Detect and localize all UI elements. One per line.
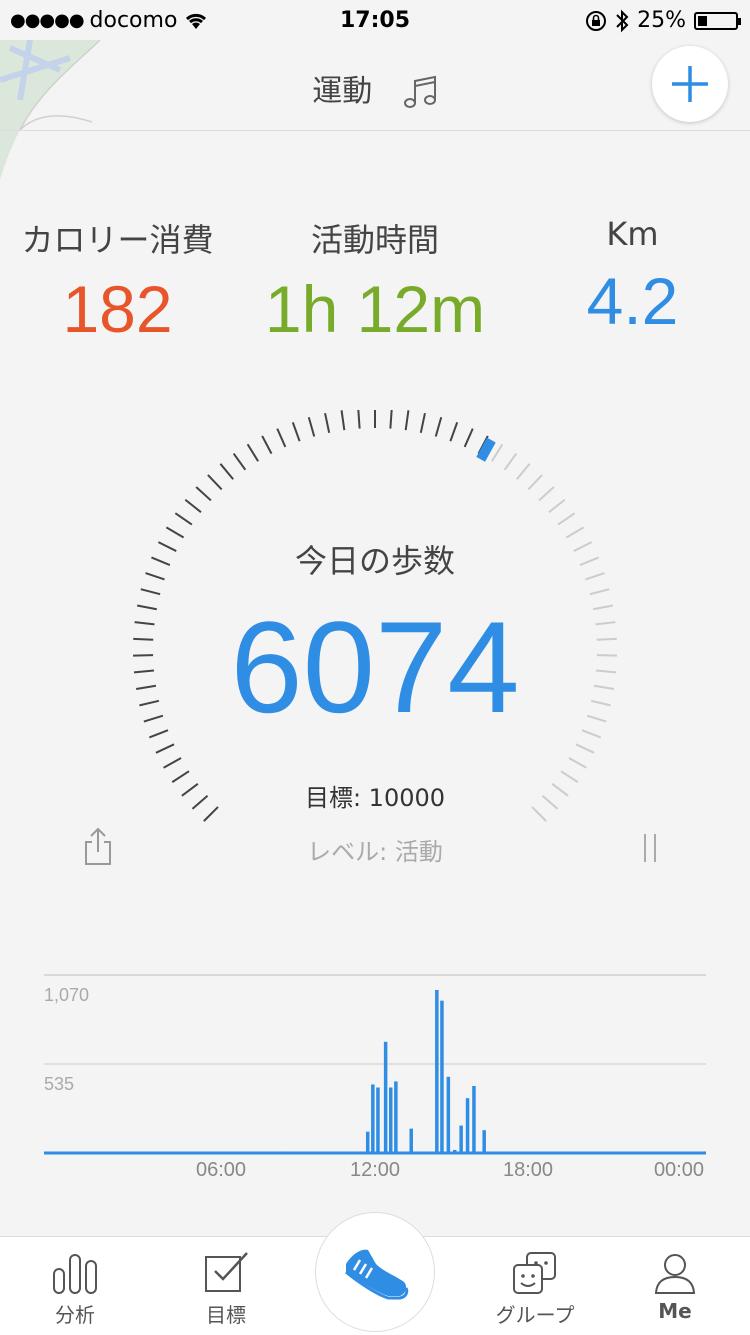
stat-distance-label: Km <box>540 215 725 253</box>
y-tick-label: 535 <box>44 1074 74 1094</box>
dial-tick <box>262 436 271 454</box>
dial-tick <box>528 475 542 489</box>
chart-bar <box>366 1132 370 1153</box>
dial-tick <box>208 475 222 489</box>
chart-bar <box>409 1129 413 1153</box>
y-tick-label: 1,070 <box>44 985 89 1005</box>
dial-tick <box>492 444 503 461</box>
dial-tick <box>164 758 181 768</box>
tab-me[interactable]: Me <box>615 1251 735 1323</box>
x-tick-label: 12:00 <box>350 1159 400 1181</box>
battery-icon <box>694 12 738 30</box>
tab-group-label: グループ <box>475 1299 595 1328</box>
nav-bar: 運動 <box>0 40 750 131</box>
chart-bar <box>466 1098 470 1153</box>
group-faces-icon <box>511 1251 559 1295</box>
tab-analysis-label: 分析 <box>15 1299 135 1328</box>
pause-icon[interactable] <box>640 832 660 864</box>
dial-tick <box>450 422 457 441</box>
x-tick-label: 18:00 <box>503 1159 553 1181</box>
status-bar: ●●●●● docomo 17:05 25% <box>0 0 750 40</box>
plus-icon <box>670 64 710 104</box>
checkbox-icon <box>203 1251 249 1295</box>
dial-tick <box>185 500 201 512</box>
stat-calories: カロリー消費 182 <box>10 215 225 347</box>
dial-tick <box>220 464 233 479</box>
dial-tick <box>558 513 575 524</box>
tab-goal-label: 目標 <box>166 1299 286 1328</box>
dial-tick <box>156 744 174 752</box>
dial-tick <box>505 454 517 470</box>
dial-tick <box>248 444 259 461</box>
dial-tick <box>234 454 246 470</box>
chart-bar <box>435 990 439 1153</box>
dial-tick <box>465 429 473 447</box>
tab-analysis[interactable]: 分析 <box>15 1251 135 1328</box>
step-count: 6074 <box>0 592 750 742</box>
hourly-steps-chart: 1,070 535 06:00 12:00 18:00 00:00 <box>44 970 706 1190</box>
chart-bar <box>447 1077 451 1153</box>
dial-tick <box>576 744 594 752</box>
chart-bar <box>482 1130 486 1153</box>
dial-tick <box>277 429 285 447</box>
music-note-icon[interactable] <box>402 75 438 111</box>
dial-tick <box>325 413 329 433</box>
dial-tick <box>549 500 565 512</box>
bluetooth-icon <box>615 9 629 33</box>
tab-goal[interactable]: 目標 <box>166 1251 286 1328</box>
x-tick-label: 06:00 <box>196 1159 246 1181</box>
dial-tick <box>293 422 300 441</box>
battery-percent: 25% <box>637 8 686 33</box>
bar-chart-icon <box>51 1251 99 1295</box>
person-icon <box>653 1251 697 1295</box>
dial-tick <box>390 410 391 429</box>
chart-bar <box>376 1087 380 1153</box>
dial-tick <box>309 417 314 436</box>
tab-activity[interactable] <box>315 1212 435 1332</box>
running-shoe-icon <box>340 1242 410 1302</box>
step-goal: 目標: 10000 <box>0 778 750 813</box>
tab-group[interactable]: グループ <box>475 1251 595 1328</box>
dial-tick <box>358 410 359 429</box>
chart-bar <box>459 1126 463 1153</box>
dial-tick <box>175 513 191 524</box>
stat-active-time-value: 1h 12m <box>255 271 495 347</box>
stat-calories-label: カロリー消費 <box>10 215 225 261</box>
chart-bar <box>472 1086 476 1153</box>
tab-me-label: Me <box>615 1299 735 1323</box>
chart-bar <box>440 1001 444 1153</box>
share-icon[interactable] <box>82 826 114 866</box>
dial-tick <box>406 410 409 430</box>
chart-bar <box>394 1081 398 1153</box>
orientation-lock-icon <box>585 10 607 32</box>
chart-bar <box>371 1084 375 1153</box>
stat-active-time: 活動時間 1h 12m <box>255 215 495 347</box>
chart-bar <box>389 1087 393 1153</box>
dial-tick <box>196 487 211 500</box>
dial-tick <box>569 758 586 768</box>
stat-distance-value: 4.2 <box>540 263 725 339</box>
dial-tick <box>342 410 345 430</box>
page-title: 運動 <box>312 74 372 109</box>
dial-tick <box>421 413 425 433</box>
stat-active-time-label: 活動時間 <box>255 215 495 261</box>
x-tick-label: 00:00 <box>654 1159 704 1181</box>
add-button[interactable] <box>652 46 728 122</box>
dial-tick <box>517 464 530 479</box>
dial-tick <box>539 487 554 500</box>
chart-bar <box>384 1042 388 1153</box>
stat-distance: Km 4.2 <box>540 215 725 339</box>
stat-calories-value: 182 <box>10 271 225 347</box>
dial-tick <box>436 417 441 436</box>
dial-title: 今日の歩数 <box>0 536 750 582</box>
